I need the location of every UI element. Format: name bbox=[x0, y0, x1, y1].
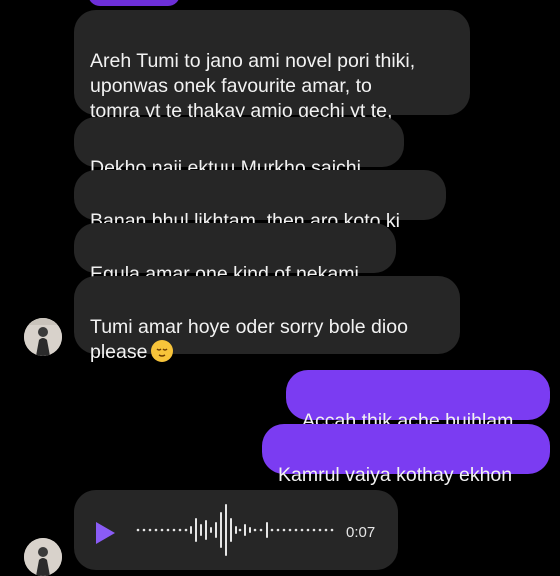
sender-avatar[interactable] bbox=[24, 538, 62, 576]
play-icon[interactable] bbox=[96, 522, 115, 544]
waveform[interactable] bbox=[134, 500, 344, 560]
message-text: Kamrul vaiya kothay ekhon bbox=[278, 464, 513, 486]
voice-duration: 0:07 bbox=[346, 524, 376, 541]
incoming-message[interactable]: Egula amar one kind of nekami bbox=[74, 223, 396, 285]
sender-avatar[interactable] bbox=[24, 318, 62, 356]
incoming-message[interactable]: Dekho naii ektuu Murkho sajchi bbox=[74, 117, 404, 179]
incoming-message[interactable]: Areh Tumi to jano ami novel pori thiki, … bbox=[74, 10, 470, 122]
relieved-face-icon bbox=[151, 340, 174, 362]
message-text: Tumi amar hoye oder sorry bole dioo plea… bbox=[90, 316, 408, 363]
outgoing-message[interactable]: Kamrul vaiya kothay ekhon bbox=[262, 424, 550, 486]
voice-message[interactable]: 0:07 bbox=[74, 490, 398, 570]
message-text: Areh Tumi to jano ami novel pori thiki, … bbox=[90, 50, 416, 122]
incoming-message[interactable]: Tumi amar hoye oder sorry bole dioo plea… bbox=[74, 276, 460, 363]
outgoing-message[interactable]: Accah thik ache bujhlam bbox=[286, 370, 550, 432]
previous-message-bubble bbox=[88, 0, 180, 6]
incoming-message[interactable]: Banan bhul likhtam, then aro koto ki bbox=[74, 170, 446, 232]
